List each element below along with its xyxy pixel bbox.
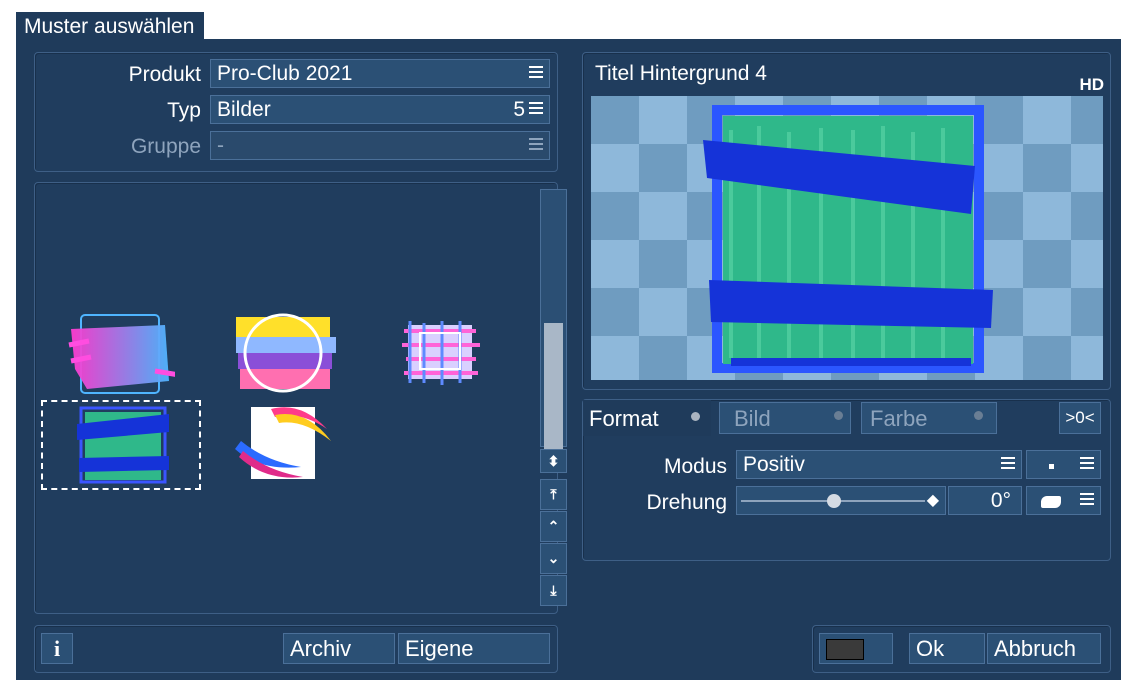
thumbnail-title-background-4[interactable] — [41, 400, 201, 490]
tab-indicator-icon — [691, 412, 700, 421]
thumbnail-color-swoosh[interactable] — [231, 401, 341, 487]
color-swatch-button[interactable] — [819, 633, 893, 664]
cancel-button[interactable]: Abbruch — [987, 633, 1101, 664]
menu-icon — [1001, 457, 1015, 469]
tab-indicator-icon — [974, 411, 983, 420]
dialog-title-tab: Muster auswählen — [16, 12, 205, 39]
tab-format-label: Format — [589, 406, 659, 431]
gruppe-select: - — [210, 131, 550, 160]
typ-count: 5 — [513, 98, 525, 121]
color-swatch — [826, 639, 864, 660]
scroll-top-icon[interactable]: ⤒ — [540, 479, 567, 510]
pink-brush-image — [68, 314, 180, 394]
scroll-up-icon[interactable]: ⌃ — [540, 511, 567, 542]
footer-panel: Ok Abbruch — [812, 625, 1111, 673]
scrollbar-thumb[interactable] — [544, 323, 563, 451]
preview-image — [591, 96, 1103, 380]
drehung-label: Drehung — [646, 491, 727, 514]
modus-select[interactable]: Positiv — [736, 450, 1022, 479]
gruppe-value: - — [217, 134, 224, 157]
bottom-left-panel: i Archiv Eigene — [34, 625, 558, 673]
shape-icon — [1041, 496, 1061, 508]
menu-icon — [1080, 493, 1094, 505]
tab-format[interactable]: Format — [583, 400, 711, 436]
modus-label: Modus — [663, 455, 727, 478]
glitch-frame-image — [402, 321, 480, 385]
produkt-label: Produkt — [128, 63, 201, 86]
tab-farbe-label: Farbe — [870, 406, 928, 431]
hd-badge: HD — [1079, 75, 1104, 94]
selector-panel: Produkt Pro-Club 2021 Typ Bilder 5 Grupp… — [34, 52, 558, 172]
drehung-value-field[interactable]: 0° — [948, 486, 1022, 515]
scroll-bottom-icon[interactable]: ⤓ — [540, 575, 567, 606]
color-swoosh-image — [235, 407, 331, 479]
preview-panel: Titel Hintergrund 4 HD — [582, 52, 1111, 390]
preview-title: Titel Hintergrund 4 — [595, 62, 767, 85]
tab-bild-label: Bild — [734, 406, 771, 431]
scroll-handle-icon[interactable]: ⬍ — [540, 449, 567, 473]
drehung-options-button[interactable] — [1026, 486, 1101, 515]
pattern-dialog: Produkt Pro-Club 2021 Typ Bilder 5 Grupp… — [16, 39, 1121, 680]
produkt-select[interactable]: Pro-Club 2021 — [210, 59, 550, 88]
produkt-value: Pro-Club 2021 — [217, 62, 353, 85]
ok-button[interactable]: Ok — [909, 633, 985, 664]
info-button[interactable]: i — [41, 633, 73, 664]
dot-icon — [1049, 464, 1054, 469]
tab-farbe[interactable]: Farbe — [861, 402, 997, 434]
center-button[interactable]: >0< — [1059, 402, 1101, 434]
menu-icon — [529, 102, 543, 114]
thumbnail-panel: ⬍ ⤒ ⌃ ⌄ ⤓ — [34, 182, 567, 614]
tab-indicator-icon — [834, 411, 843, 420]
menu-icon — [529, 66, 543, 78]
menu-icon — [1080, 457, 1094, 469]
typ-select[interactable]: Bilder 5 — [210, 95, 550, 124]
tricolor-circle-image — [236, 313, 336, 393]
typ-value: Bilder — [217, 98, 271, 121]
scroll-down-icon[interactable]: ⌄ — [540, 543, 567, 574]
tab-bild[interactable]: Bild — [719, 402, 851, 434]
thumbnail-pink-brush[interactable] — [65, 311, 180, 397]
drehung-value: 0° — [990, 489, 1011, 512]
slider-arrows-icon: ◆ — [926, 492, 939, 509]
modus-options-button[interactable] — [1026, 450, 1101, 479]
gruppe-label: Gruppe — [130, 135, 201, 158]
title-background-4-image — [77, 406, 169, 484]
modus-value: Positiv — [743, 453, 805, 476]
typ-label: Typ — [167, 99, 201, 122]
eigene-button[interactable]: Eigene — [398, 633, 550, 664]
drehung-slider[interactable]: ◆ — [736, 486, 946, 515]
preview-canvas — [591, 96, 1103, 380]
menu-icon — [529, 138, 543, 150]
archiv-button[interactable]: Archiv — [283, 633, 395, 664]
thumbnail-tricolor-circle[interactable] — [230, 311, 340, 397]
thumbnail-glitch-frame[interactable] — [390, 311, 490, 397]
slider-knob[interactable] — [827, 494, 841, 508]
settings-panel: Format Bild Farbe >0< Modus Positiv Dreh… — [582, 399, 1111, 561]
